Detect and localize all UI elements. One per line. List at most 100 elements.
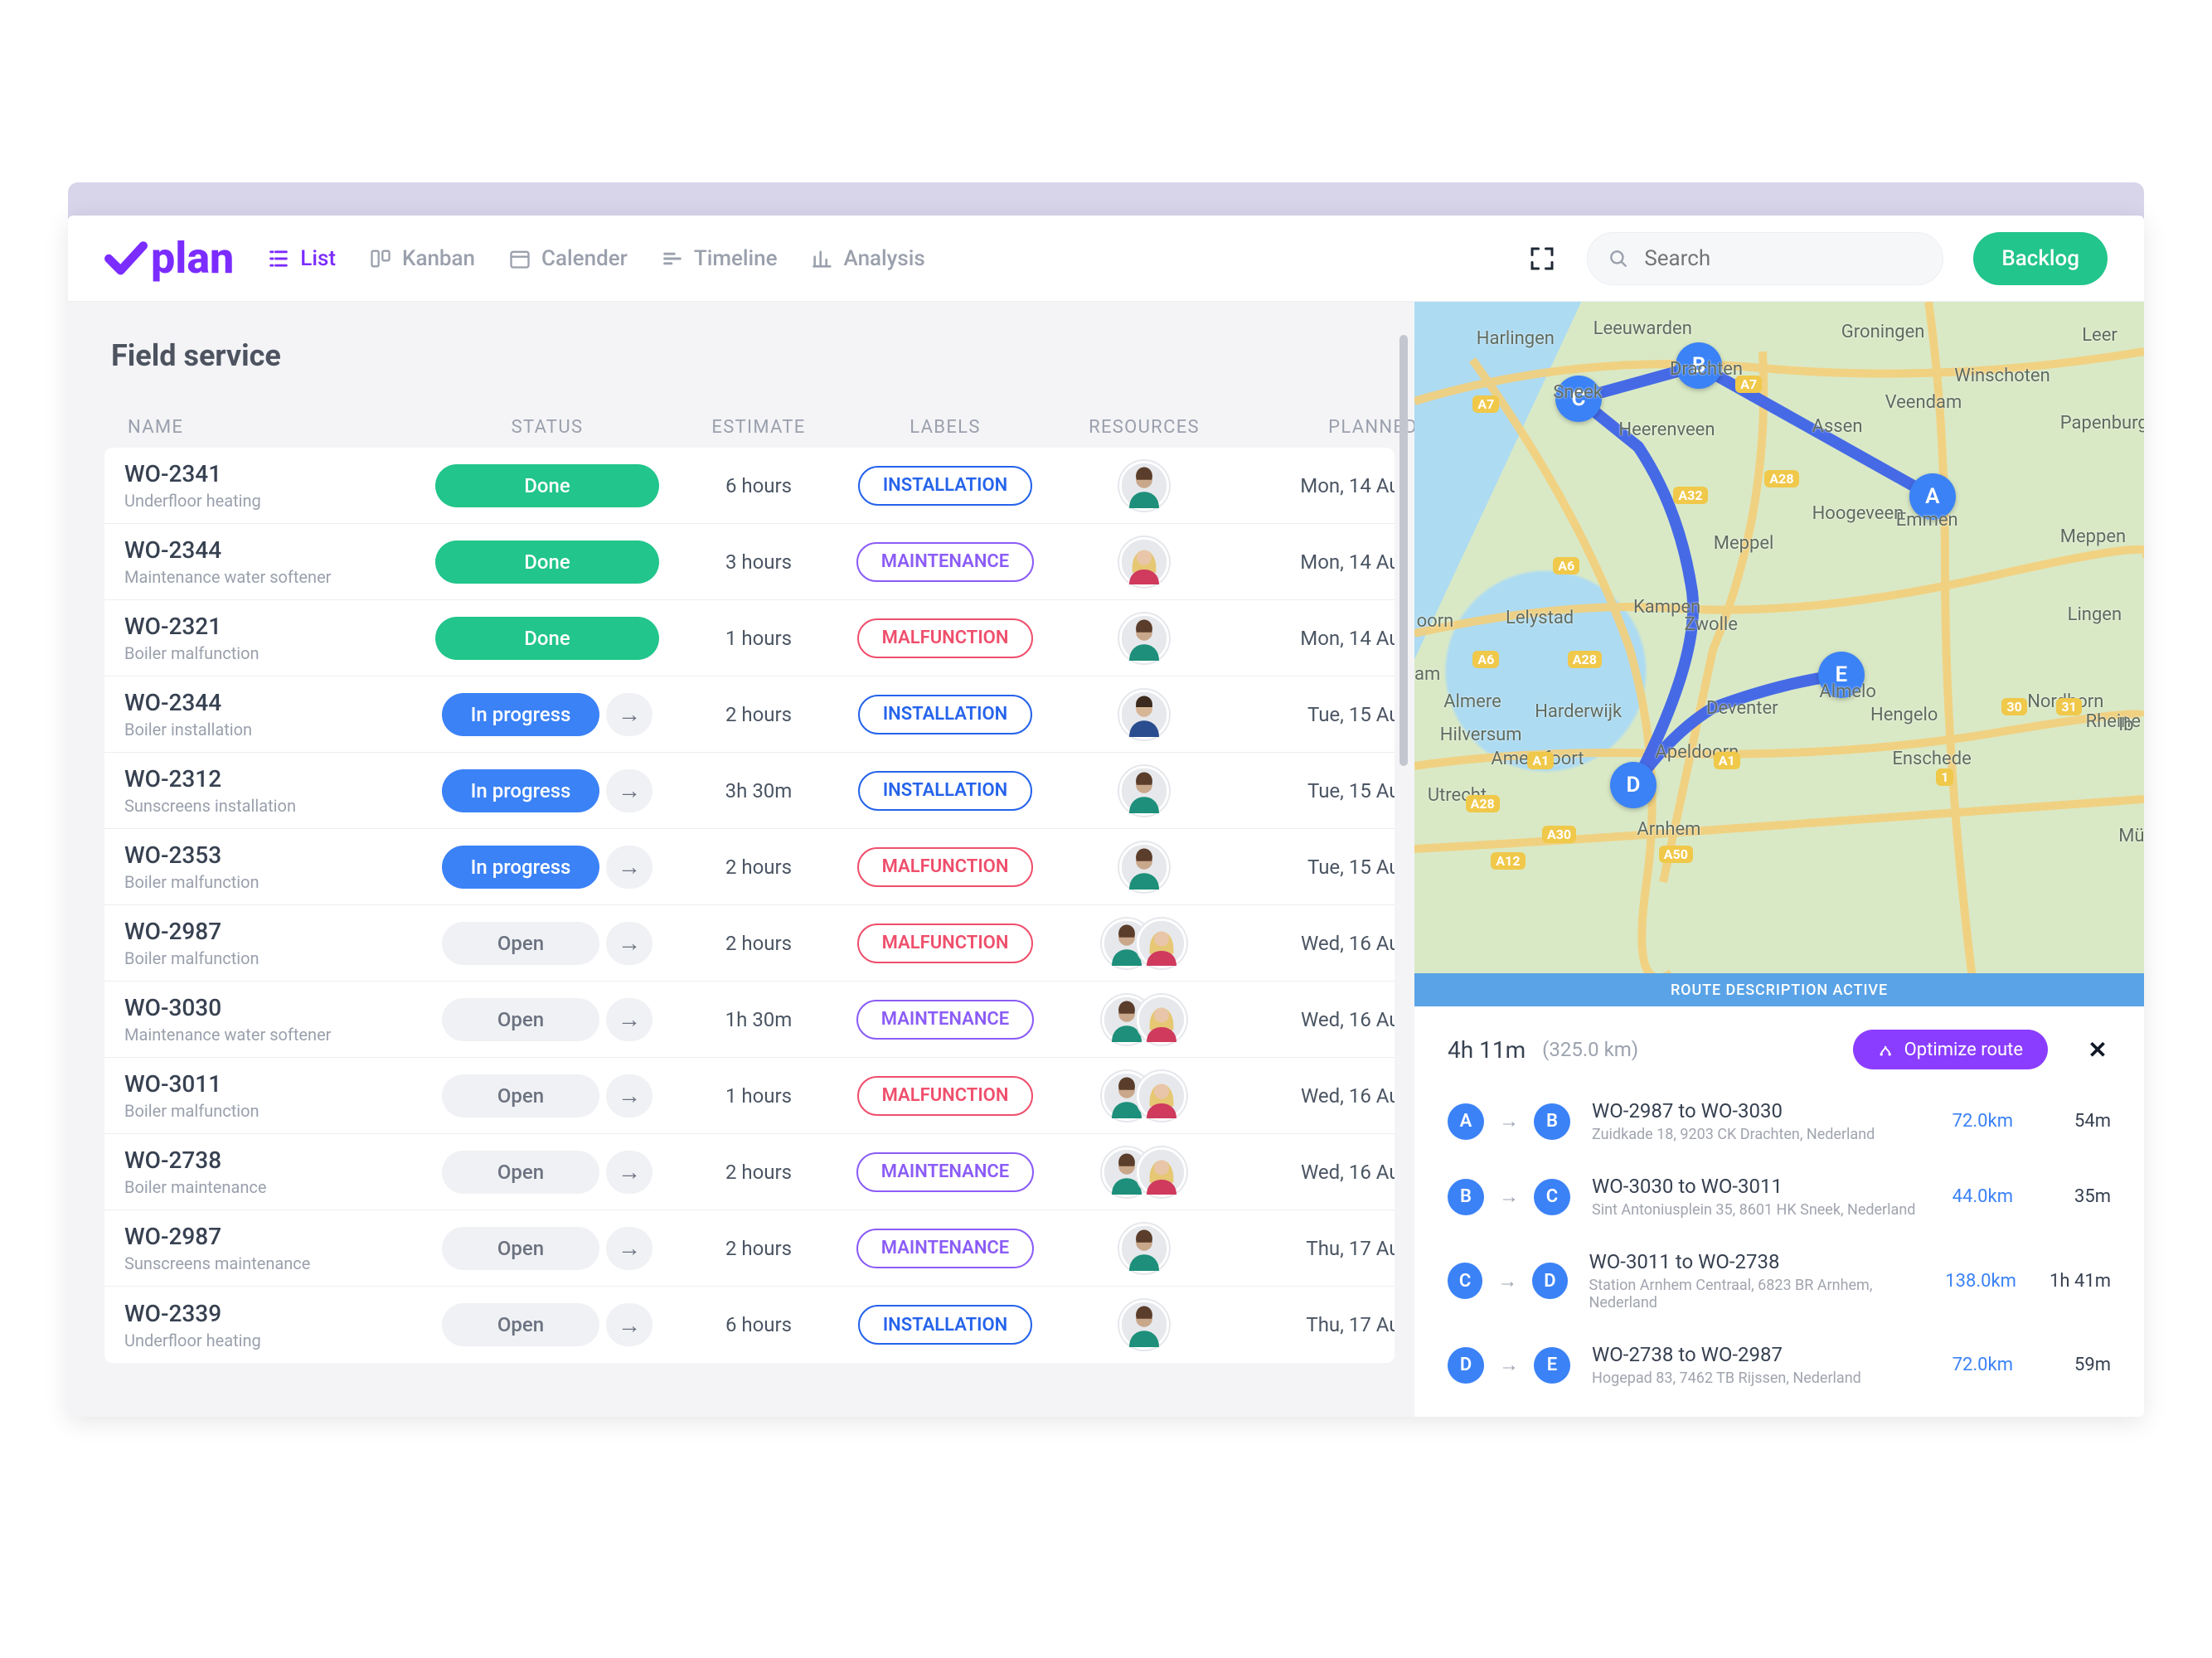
status-pill[interactable]: In progress xyxy=(442,769,599,812)
wo-label-tag[interactable]: MAINTENANCE xyxy=(856,1229,1034,1268)
view-tab-list[interactable]: List xyxy=(267,246,336,271)
status-pill[interactable]: In progress xyxy=(442,846,599,889)
route-leg[interactable]: C → D WO-3011 to WO-2738 Station Arnhem … xyxy=(1448,1250,2111,1311)
wo-desc: Boiler malfunction xyxy=(124,643,423,663)
wo-resources[interactable] xyxy=(1045,766,1244,816)
status-pill[interactable]: Open xyxy=(442,1151,599,1194)
wo-resources[interactable] xyxy=(1045,1147,1244,1197)
table-row[interactable]: WO-2344Maintenance water softenerDone3 h… xyxy=(104,524,1395,600)
work-order-list: Field service NAME STATUS ESTIMATE LABEL… xyxy=(68,302,1414,1417)
wo-resources[interactable] xyxy=(1045,461,1244,511)
wo-resources[interactable] xyxy=(1045,842,1244,892)
table-row[interactable]: WO-2353Boiler malfunctionIn progress→2 h… xyxy=(104,829,1395,905)
wo-label-tag[interactable]: INSTALLATION xyxy=(858,1305,1032,1345)
leg-title: WO-3011 to WO-2738 xyxy=(1589,1250,1931,1273)
advance-status-button[interactable]: → xyxy=(606,769,652,812)
wo-label-tag[interactable]: INSTALLATION xyxy=(858,695,1032,734)
wo-label-tag[interactable]: MAINTENANCE xyxy=(856,1152,1034,1192)
status-pill[interactable]: Open xyxy=(442,1227,599,1270)
search-icon xyxy=(1608,248,1629,269)
optimize-route-button[interactable]: Optimize route xyxy=(1853,1030,2048,1069)
wo-id: WO-2344 xyxy=(124,536,423,564)
status-pill[interactable]: In progress xyxy=(442,693,599,736)
wo-label-tag[interactable]: MALFUNCTION xyxy=(857,924,1034,963)
route-path xyxy=(1414,302,2144,973)
status-pill[interactable]: Open xyxy=(442,922,599,965)
leg-from-marker: D xyxy=(1448,1347,1484,1384)
kanban-icon xyxy=(369,247,392,270)
leg-to-marker: B xyxy=(1534,1103,1570,1140)
leg-from-marker: A xyxy=(1448,1103,1484,1140)
wo-planned: Tue, 15 Aug xyxy=(1244,856,1395,879)
route-leg[interactable]: A → B WO-2987 to WO-3030 Zuidkade 18, 92… xyxy=(1448,1099,2111,1143)
route-leg[interactable]: D → E WO-2738 to WO-2987 Hogepad 83, 746… xyxy=(1448,1343,2111,1387)
close-route-button[interactable]: ✕ xyxy=(2084,1036,2111,1063)
wo-label-tag[interactable]: INSTALLATION xyxy=(858,466,1032,506)
wo-desc: Underfloor heating xyxy=(124,491,423,511)
app-logo: plan xyxy=(104,233,234,284)
expand-icon[interactable] xyxy=(1527,244,1557,274)
advance-status-button[interactable]: → xyxy=(606,1074,652,1117)
map-city-label: Ib xyxy=(2118,715,2133,735)
status-pill[interactable]: Open xyxy=(442,1074,599,1117)
route-duration: 4h 11m xyxy=(1448,1036,1526,1064)
wo-label-tag[interactable]: MALFUNCTION xyxy=(857,618,1034,658)
backlog-button[interactable]: Backlog xyxy=(1973,232,2108,285)
wo-label-tag[interactable]: MALFUNCTION xyxy=(857,1076,1034,1116)
wo-resources[interactable] xyxy=(1045,1300,1244,1350)
arrow-right-icon: → xyxy=(1497,1269,1517,1293)
advance-status-button[interactable]: → xyxy=(606,1151,652,1194)
advance-status-button[interactable]: → xyxy=(606,998,652,1041)
wo-resources[interactable] xyxy=(1045,919,1244,968)
table-row[interactable]: WO-2987Boiler malfunctionOpen→2 hoursMAL… xyxy=(104,905,1395,982)
view-tab-timeline[interactable]: Timeline xyxy=(661,246,778,271)
table-row[interactable]: WO-2987Sunscreens maintenanceOpen→2 hour… xyxy=(104,1210,1395,1287)
view-tab-analysis[interactable]: Analysis xyxy=(811,246,925,271)
route-map[interactable]: ABCDEHarlingenLeeuwardenDrachtenGroninge… xyxy=(1414,302,2144,973)
wo-resources[interactable] xyxy=(1045,537,1244,587)
status-pill[interactable]: Done xyxy=(435,617,659,660)
status-pill[interactable]: Done xyxy=(435,541,659,584)
route-leg[interactable]: B → C WO-3030 to WO-3011 Sint Antoniuspl… xyxy=(1448,1175,2111,1219)
map-city-label: Leeuwarden xyxy=(1594,318,1692,339)
wo-planned: Mon, 14 Aug xyxy=(1244,550,1395,574)
table-row[interactable]: WO-2312Sunscreens installationIn progres… xyxy=(104,753,1395,829)
search-field[interactable] xyxy=(1587,232,1943,285)
map-marker-d[interactable]: D xyxy=(1610,762,1657,808)
table-row[interactable]: WO-2344Boiler installationIn progress→2 … xyxy=(104,676,1395,753)
status-pill[interactable]: Open xyxy=(442,998,599,1041)
search-input[interactable] xyxy=(1642,245,1923,272)
col-planned: PLANNED xyxy=(1244,417,1418,438)
wo-resources[interactable] xyxy=(1045,995,1244,1045)
logo-check-icon xyxy=(104,237,148,280)
advance-status-button[interactable]: → xyxy=(606,1227,652,1270)
view-tab-kanban[interactable]: Kanban xyxy=(369,246,475,271)
status-pill[interactable]: Open xyxy=(442,1303,599,1346)
status-pill[interactable]: Done xyxy=(435,464,659,507)
table-row[interactable]: WO-2321Boiler malfunctionDone1 hoursMALF… xyxy=(104,600,1395,676)
wo-label-tag[interactable]: MALFUNCTION xyxy=(857,847,1034,887)
advance-status-button[interactable]: → xyxy=(606,846,652,889)
wo-resources[interactable] xyxy=(1045,690,1244,739)
table-row[interactable]: WO-3030Maintenance water softenerOpen→1h… xyxy=(104,982,1395,1058)
wo-label-tag[interactable]: MAINTENANCE xyxy=(856,542,1034,582)
wo-resources[interactable] xyxy=(1045,613,1244,663)
wo-resources[interactable] xyxy=(1045,1224,1244,1273)
wo-label-tag[interactable]: INSTALLATION xyxy=(858,771,1032,811)
table-row[interactable]: WO-2341Underfloor heatingDone6 hoursINST… xyxy=(104,448,1395,524)
leg-time: 35m xyxy=(2028,1186,2111,1207)
map-highway-badge: A28 xyxy=(1568,651,1602,668)
advance-status-button[interactable]: → xyxy=(606,693,652,736)
wo-estimate: 6 hours xyxy=(672,474,846,497)
advance-status-button[interactable]: → xyxy=(606,922,652,965)
leg-address: Sint Antoniusplein 35, 8601 HK Sneek, Ne… xyxy=(1592,1201,1915,1219)
wo-label-tag[interactable]: MAINTENANCE xyxy=(856,1000,1034,1040)
view-tab-calendar[interactable]: Calender xyxy=(508,246,628,271)
table-row[interactable]: WO-3011Boiler malfunctionOpen→1 hoursMAL… xyxy=(104,1058,1395,1134)
view-label: Timeline xyxy=(694,246,778,271)
wo-resources[interactable] xyxy=(1045,1071,1244,1121)
table-row[interactable]: WO-2738Boiler maintenanceOpen→2 hoursMAI… xyxy=(104,1134,1395,1210)
leg-distance: 44.0km xyxy=(1952,1186,2013,1207)
table-row[interactable]: WO-2339Underfloor heatingOpen→6 hoursINS… xyxy=(104,1287,1395,1363)
advance-status-button[interactable]: → xyxy=(606,1303,652,1346)
